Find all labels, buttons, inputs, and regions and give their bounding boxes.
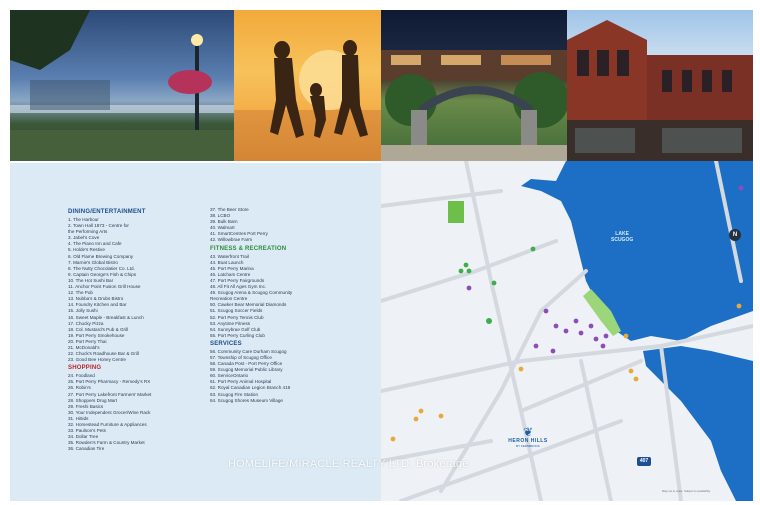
legend-column-right: 37. The Beer Store 38. LCBO 39. Bulk Bar… [210,207,375,404]
heron-icon: ❦ [522,425,534,439]
photo-downtown-arch [381,10,567,161]
lake-label: LAKE SCUGOG [611,231,634,243]
brochure-page: DINING/ENTERTAINMENT 1. The Harbour 2. T… [0,0,760,505]
map-note: Map not to scale. Subject to availabilit… [662,489,711,493]
fitness-title: FITNESS & RECREATION [210,245,287,252]
photo-beach-art [234,40,381,161]
list-item: 36. Canadian Tire [68,446,105,452]
highway-407-sign: 407 [637,457,651,466]
photo-beach-family [234,10,381,161]
shopping-title: SHOPPING [68,365,102,372]
heron-hills-logo: ❦ HERON HILLS BY FERNBROOK [498,426,558,448]
map-art [381,161,753,501]
photo-brick-art [567,20,753,161]
list-item: 42. Willowbrae Farm [210,237,253,243]
dining-title: DINING/ENTERTAINMENT [68,209,146,215]
list-item: 64. Scugog Shores Museum Village [210,397,283,403]
park [448,201,464,223]
photo-waterfront [10,10,234,161]
legend-panel: DINING/ENTERTAINMENT 1. The Harbour 2. T… [10,163,381,501]
watermark: HOMELIFE/MIRACLE REALTY LTD, Brokerage [228,458,469,470]
photo-arch-art [381,50,567,161]
list-item: 55. Port Perry Curling Club [210,332,265,338]
lake-scugog [521,161,753,341]
photo-brick-storefronts [567,10,753,161]
brand-sub: BY FERNBROOK [516,444,540,448]
lake-scugog-south [643,346,753,501]
north-arrow-icon: N [729,229,741,241]
area-map[interactable]: LAKE SCUGOG [381,161,753,501]
photo-waterfront-art [10,10,234,161]
services-title: SERVICES [210,340,242,347]
legend-column-left: DINING/ENTERTAINMENT 1. The Harbour 2. T… [68,207,218,452]
list-item: 23. Good Bee Honey Centre [68,357,126,363]
